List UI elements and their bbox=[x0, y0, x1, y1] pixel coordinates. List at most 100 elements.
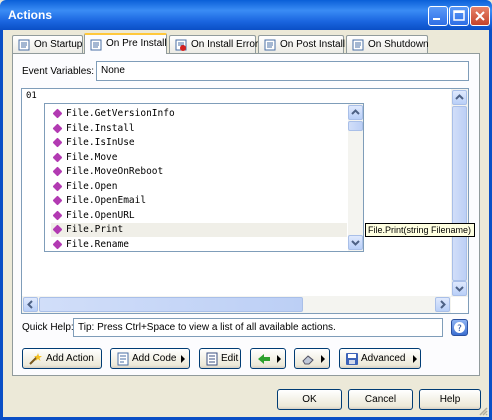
tab-on-pre-install[interactable]: On Pre Install bbox=[84, 33, 167, 54]
tab-label: On Install Error bbox=[191, 39, 259, 50]
quick-help-text: Tip: Press Ctrl+Space to view a list of … bbox=[78, 322, 336, 333]
scroll-up-button[interactable] bbox=[452, 90, 467, 105]
autocomplete-item-label: File.OpenURL bbox=[66, 209, 135, 221]
ok-label: OK bbox=[302, 394, 317, 405]
window-title: Actions bbox=[8, 8, 53, 22]
help-label: Help bbox=[439, 394, 461, 405]
add-code-label: Add Code bbox=[132, 353, 177, 364]
dropdown-arrow-icon bbox=[321, 355, 325, 363]
advanced-label: Advanced bbox=[361, 353, 406, 364]
autocomplete-item[interactable]: File.Move bbox=[51, 151, 347, 165]
tooltip-text: File.Print(string Filename) bbox=[368, 225, 472, 235]
autocomplete-list[interactable]: File.GetVersionInfo File.Install File.Is… bbox=[44, 103, 364, 252]
minimize-icon bbox=[433, 18, 440, 20]
horizontal-scrollbar[interactable] bbox=[22, 296, 451, 313]
autocomplete-item-label: File.OpenEmail bbox=[66, 195, 147, 206]
vertical-scroll-thumb[interactable] bbox=[452, 106, 467, 281]
autocomplete-item-label: File.Rename bbox=[66, 238, 129, 250]
edit-button[interactable]: Edit bbox=[199, 348, 241, 369]
autocomplete-item-label: File.IsInUse bbox=[66, 137, 135, 148]
add-action-button[interactable]: Add Action bbox=[22, 348, 102, 369]
autocomplete-item-selected[interactable]: File.Print bbox=[51, 223, 347, 237]
autocomplete-item[interactable]: File.MoveOnReboot bbox=[51, 165, 347, 179]
event-variables-label: Event Variables: bbox=[22, 66, 95, 77]
add-code-button[interactable]: Add Code bbox=[110, 348, 190, 369]
add-action-label: Add Action bbox=[46, 353, 94, 364]
ok-button[interactable]: OK bbox=[277, 389, 342, 410]
scroll-right-button[interactable] bbox=[435, 297, 450, 312]
save-disk-icon bbox=[346, 353, 358, 365]
horizontal-scroll-thumb[interactable] bbox=[39, 297, 303, 312]
error-page-icon bbox=[175, 39, 187, 51]
help-icon-button[interactable]: ? bbox=[451, 319, 468, 336]
cancel-button[interactable]: Cancel bbox=[348, 389, 413, 410]
autocomplete-scrollbar[interactable] bbox=[348, 104, 363, 251]
event-variables-field[interactable]: None bbox=[96, 61, 469, 81]
autocomplete-item[interactable]: File.IsInUse bbox=[51, 136, 347, 150]
method-icon bbox=[52, 152, 63, 162]
actions-dialog: Actions On Startup On Pre Install On Ins… bbox=[0, 0, 492, 420]
autocomplete-item-label: File.Print bbox=[66, 224, 124, 235]
page-icon bbox=[18, 39, 30, 51]
tab-on-shutdown[interactable]: On Shutdown bbox=[346, 35, 429, 53]
method-icon bbox=[52, 210, 63, 220]
scroll-left-button[interactable] bbox=[23, 297, 38, 312]
dropdown-arrow-icon bbox=[181, 355, 185, 363]
tab-on-startup[interactable]: On Startup bbox=[12, 35, 83, 53]
scroll-down-button[interactable] bbox=[452, 281, 467, 296]
edit-label: Edit bbox=[221, 353, 239, 364]
advanced-button[interactable]: Advanced bbox=[339, 348, 421, 369]
autocomplete-item-label: File.MoveOnReboot bbox=[66, 166, 164, 177]
green-arrow-icon bbox=[258, 354, 270, 364]
wand-icon bbox=[29, 353, 42, 365]
help-button[interactable]: Help bbox=[419, 389, 481, 410]
tools-menu-button[interactable] bbox=[294, 348, 330, 369]
tab-on-install-error[interactable]: On Install Error bbox=[169, 35, 259, 53]
chevron-up-icon bbox=[351, 109, 360, 115]
chevron-up-icon bbox=[455, 94, 464, 100]
page-icon bbox=[90, 39, 102, 51]
method-icon bbox=[52, 239, 63, 249]
scroll-up-button[interactable] bbox=[348, 105, 363, 120]
autocomplete-item[interactable]: File.OpenEmail bbox=[51, 194, 347, 208]
minimize-button[interactable] bbox=[428, 6, 448, 26]
tab-label: On Pre Install bbox=[106, 38, 167, 49]
run-menu-button[interactable] bbox=[250, 348, 286, 369]
method-icon bbox=[52, 166, 63, 177]
close-icon bbox=[475, 11, 485, 21]
autocomplete-item[interactable]: File.Install bbox=[51, 122, 347, 136]
autocomplete-item[interactable]: File.Rename bbox=[51, 238, 347, 252]
autocomplete-item[interactable]: File.OpenURL bbox=[51, 209, 347, 223]
code-page-icon bbox=[117, 352, 129, 366]
method-icon bbox=[52, 137, 63, 148]
quick-help-label: Quick Help: bbox=[22, 322, 74, 333]
help-icon: ? bbox=[454, 322, 465, 334]
chevron-down-icon bbox=[351, 240, 360, 246]
method-icon bbox=[52, 181, 63, 191]
autocomplete-item[interactable]: File.GetVersionInfo bbox=[51, 107, 347, 121]
close-button[interactable] bbox=[470, 6, 490, 26]
resize-grip-icon[interactable] bbox=[478, 406, 488, 416]
autocomplete-item[interactable]: File.Open bbox=[51, 180, 347, 194]
autocomplete-item-label: File.GetVersionInfo bbox=[66, 108, 175, 119]
eraser-icon bbox=[302, 355, 314, 365]
edit-page-icon bbox=[206, 352, 218, 366]
page-icon bbox=[352, 39, 364, 51]
scroll-down-button[interactable] bbox=[348, 235, 363, 250]
chevron-left-icon bbox=[27, 300, 33, 309]
line-number: 01 bbox=[26, 91, 37, 101]
tab-label: On Shutdown bbox=[368, 39, 429, 50]
tab-label: On Post Install bbox=[280, 39, 346, 50]
page-icon bbox=[264, 39, 276, 51]
chevron-down-icon bbox=[455, 286, 464, 292]
tab-on-post-install[interactable]: On Post Install bbox=[258, 35, 346, 53]
autocomplete-scroll-thumb[interactable] bbox=[348, 121, 363, 131]
autocomplete-item-label: File.Install bbox=[66, 122, 135, 134]
event-variables-value: None bbox=[101, 65, 125, 76]
title-bar[interactable]: Actions bbox=[0, 0, 492, 30]
method-icon bbox=[52, 123, 63, 133]
maximize-button[interactable] bbox=[449, 6, 469, 26]
autocomplete-item-label: File.Move bbox=[66, 151, 118, 163]
vertical-scrollbar[interactable] bbox=[451, 89, 468, 297]
dropdown-arrow-icon bbox=[413, 355, 417, 363]
